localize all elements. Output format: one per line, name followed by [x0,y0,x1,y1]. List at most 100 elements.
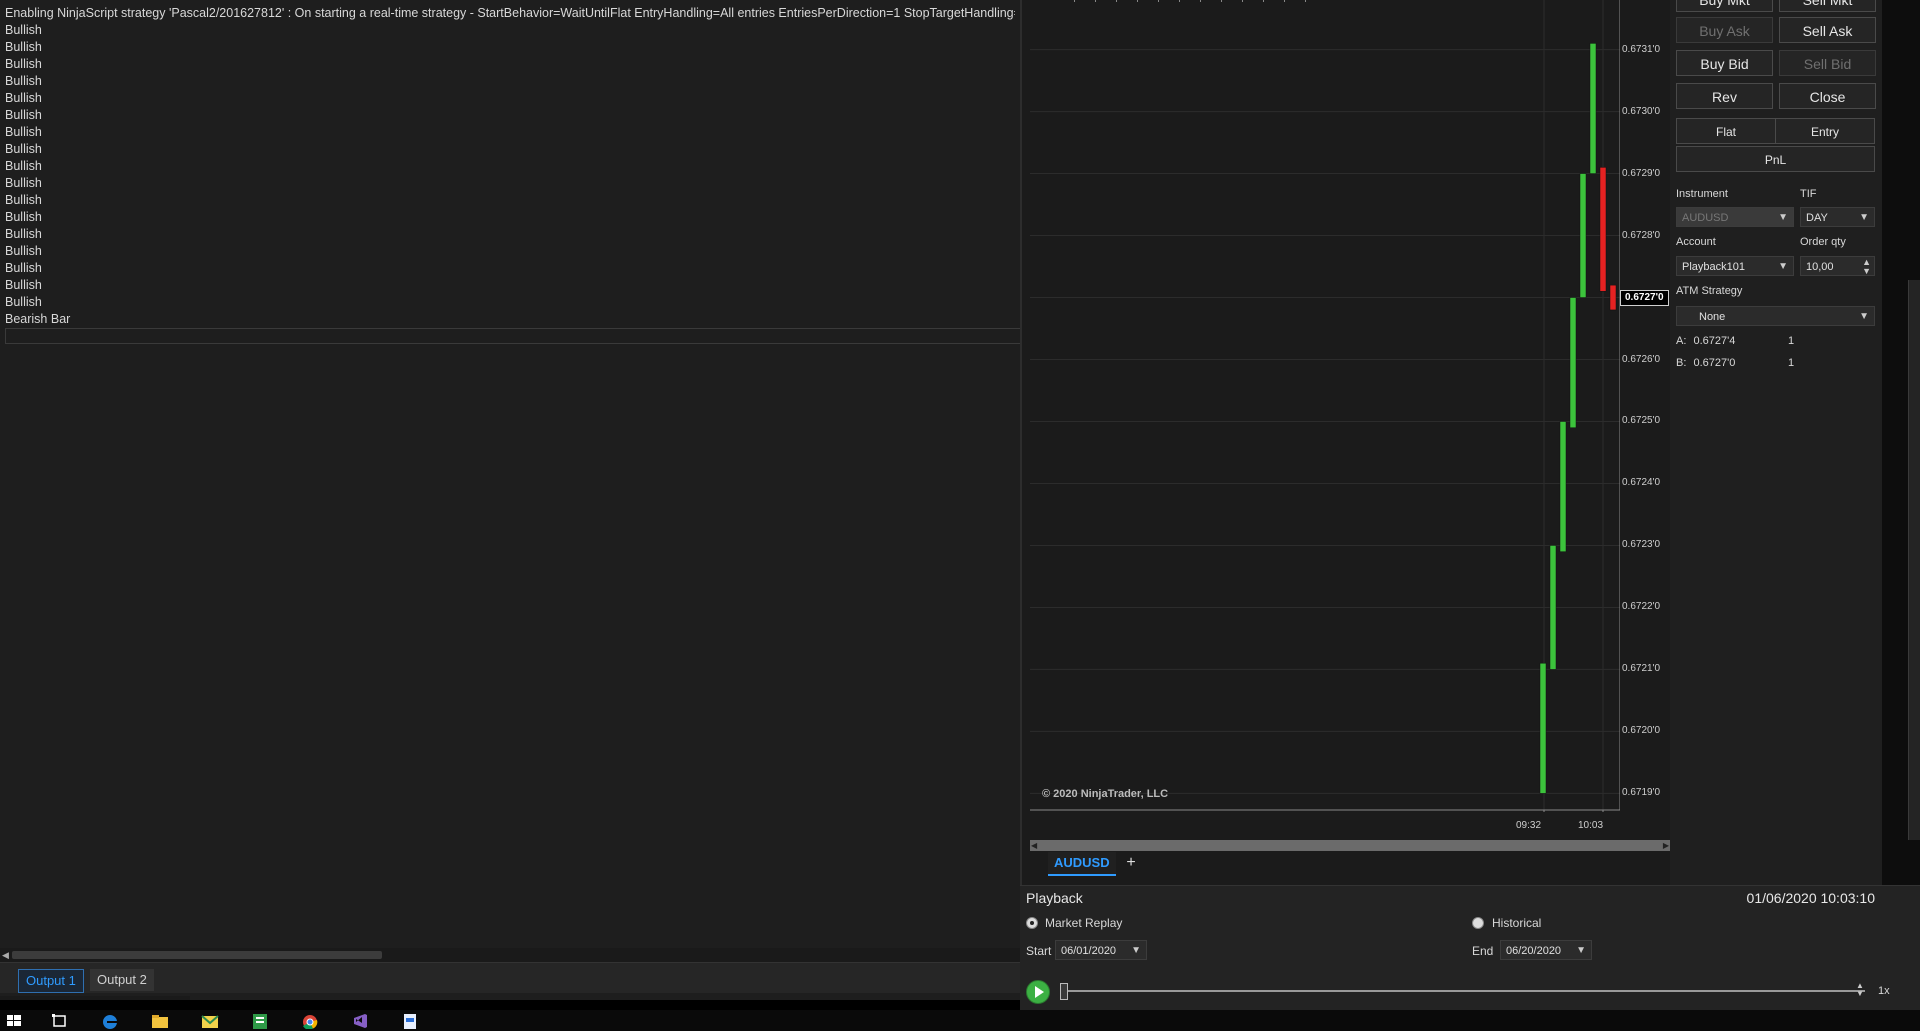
chart-plot-area[interactable]: © 2020 NinjaTrader, LLC [1030,0,1620,812]
start-date-value: 06/01/2020 [1061,945,1117,957]
top-marker [1158,0,1159,2]
tif-select[interactable]: DAY ▼ [1800,207,1875,227]
output-line: Bullish [5,142,42,156]
top-marker [1116,0,1117,2]
playback-progress-thumb[interactable] [1060,983,1068,1000]
bullish-bar [1539,662,1547,794]
output-line: Bullish [5,23,42,37]
bid-row: B: 0.6727'0 1 [1676,357,1794,369]
sell-market-button[interactable]: Sell Mkt [1779,0,1876,12]
pnl-cell: PnL [1676,146,1875,172]
tab-instrument-audusd[interactable]: AUDUSD [1048,852,1116,876]
bid-label: B: [1676,357,1687,369]
top-marker [1074,0,1075,2]
playback-progress-track[interactable] [1060,990,1865,992]
end-date-picker[interactable]: 06/20/2020 ▼ [1500,940,1592,960]
output-line: Bullish [5,193,42,207]
output-line: Bullish [5,278,42,292]
order-qty-label: Order qty [1800,236,1846,248]
atm-strategy-select[interactable]: None ▼ [1676,306,1875,326]
bullish-bar [1559,421,1567,552]
output-line: Bullish [5,295,42,309]
taskbar [0,1010,1920,1031]
spreadsheet-app-icon[interactable] [250,1012,270,1029]
y-tick-label: 0.6720'0 [1622,725,1661,737]
windows-start-icon[interactable] [4,1012,24,1029]
add-tab-button[interactable]: + [1122,852,1140,874]
scroll-right-arrow-icon[interactable]: ▶ [1663,841,1669,850]
bearish-bar [1609,284,1617,311]
y-tick-label: 0.6723'0 [1622,539,1661,551]
horizontal-scrollbar[interactable]: ◀ [0,948,1020,962]
y-tick-label: 0.6724'0 [1622,477,1661,489]
reverse-button[interactable]: Rev [1676,83,1773,109]
start-date-picker[interactable]: 06/01/2020 ▼ [1055,940,1147,960]
chrome-browser-icon[interactable] [300,1012,320,1029]
account-value: Playback101 [1682,261,1745,273]
market-replay-radio[interactable] [1026,917,1038,929]
playback-timestamp: 01/06/2020 10:03:10 [1746,890,1875,906]
speed-spinner-icon[interactable]: ▲ ▼ [1856,982,1864,998]
close-position-button[interactable]: Close [1779,83,1876,109]
buy-market-button[interactable]: Buy Mkt [1676,0,1773,12]
task-view-icon[interactable] [50,1012,70,1029]
instrument-label: Instrument [1676,188,1728,200]
chevron-down-icon: ▼ [1778,212,1788,223]
position-flat-cell: Flat [1676,118,1776,144]
scroll-left-arrow-icon[interactable]: ◀ [2,950,9,961]
chart-window: © 2020 NinjaTrader, LLC 0.6731'0 0.6730'0… [1020,0,1672,885]
ask-row: A: 0.6727'4 1 [1676,335,1794,347]
y-tick-label: 0.6729'0 [1622,167,1661,179]
top-marker [1137,0,1138,2]
y-tick-label: 0.6719'0 [1622,787,1661,799]
x-tick-label: 10:03 [1578,820,1604,831]
output-text-area[interactable]: Enabling NinjaScript strategy 'Pascal2/2… [5,5,1015,328]
output-line: Bullish [5,244,42,258]
y-tick-label: 0.6726'0 [1622,353,1661,365]
sell-bid-button[interactable]: Sell Bid [1779,50,1876,76]
top-marker [1095,0,1096,2]
end-label: End [1472,944,1494,958]
ask-size: 1 [1788,335,1795,347]
document-app-icon[interactable] [400,1012,420,1029]
tab-output-2[interactable]: Output 2 [90,969,154,991]
top-marker [1200,0,1201,2]
output-line: Bullish [5,74,42,88]
sell-ask-button[interactable]: Sell Ask [1779,17,1876,43]
visual-studio-icon[interactable] [350,1012,370,1029]
spinner-arrows-icon[interactable]: ▲ ▼ [1862,258,1871,276]
scroll-left-arrow-icon[interactable]: ◀ [1031,841,1037,850]
file-explorer-icon[interactable] [150,1012,170,1029]
mail-app-icon[interactable] [200,1012,220,1029]
atm-strategy-value: None [1699,311,1726,323]
buy-bid-button[interactable]: Buy Bid [1676,50,1773,76]
top-marker [1305,0,1306,2]
atm-strategy-label: ATM Strategy [1676,285,1743,297]
y-tick-label: 0.6731'0 [1622,43,1661,55]
play-button[interactable] [1026,980,1050,1004]
output-line: Bullish [5,176,42,190]
bullish-bar [1569,297,1577,428]
historical-label[interactable]: Historical [1492,916,1541,930]
buy-ask-button[interactable]: Buy Ask [1676,17,1773,43]
start-label: Start [1026,944,1052,958]
tab-output-1[interactable]: Output 1 [18,969,84,993]
bullish-bar [1579,173,1587,298]
chevron-down-icon: ▼ [1576,945,1586,956]
market-replay-label[interactable]: Market Replay [1045,916,1122,930]
chevron-down-icon: ▼ [1859,212,1869,223]
bullish-bar [1589,43,1597,174]
tif-value: DAY [1806,212,1828,224]
account-select[interactable]: Playback101 ▼ [1676,256,1794,276]
top-marker [1263,0,1264,2]
instrument-select[interactable]: AUDUSD ▼ [1676,207,1794,227]
historical-radio[interactable] [1472,917,1484,929]
chart-scrollbar[interactable]: ◀ ▶ [1030,840,1670,851]
playback-window: Playback 01/06/2020 10:03:10 Market Repl… [1020,885,1920,1011]
order-qty-stepper[interactable]: 10,00 ▲ ▼ [1800,256,1875,276]
edge-browser-icon[interactable] [100,1012,120,1029]
output-line: Bullish [5,210,42,224]
scrollbar-thumb[interactable] [12,951,382,959]
price-chart[interactable] [1030,0,1620,812]
output-tab-bar: Output 1 Output 2 [0,962,1020,993]
